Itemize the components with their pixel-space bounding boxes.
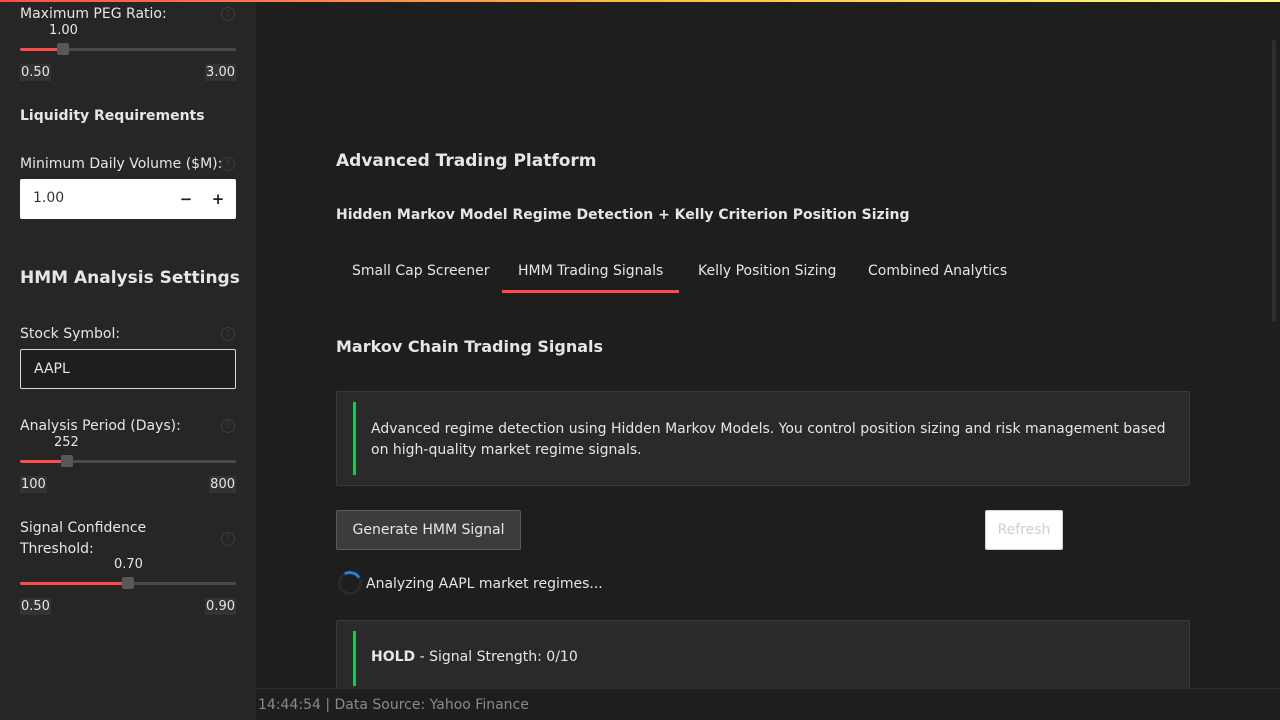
- loading-spinner-icon: [335, 568, 365, 598]
- generate-hmm-signal-button[interactable]: Generate HMM Signal: [336, 510, 521, 550]
- help-icon[interactable]: ?: [221, 7, 235, 21]
- help-icon[interactable]: ?: [221, 157, 235, 171]
- analysis-period-value: 252: [54, 435, 79, 450]
- analysis-period-max: 800: [209, 476, 236, 493]
- min-volume-value[interactable]: 1.00: [33, 190, 64, 206]
- alert-accent-bar: [353, 631, 356, 686]
- tab-small-cap-screener[interactable]: Small Cap Screener: [336, 257, 506, 293]
- liquidity-heading: Liquidity Requirements: [20, 108, 205, 124]
- stock-symbol-input[interactable]: [21, 350, 235, 388]
- confidence-max: 0.90: [205, 598, 236, 615]
- refresh-button[interactable]: Refresh: [985, 510, 1063, 550]
- confidence-slider[interactable]: [20, 577, 236, 589]
- help-icon[interactable]: ?: [221, 532, 235, 546]
- slider-fill: [20, 582, 128, 585]
- slider-fill: [20, 460, 67, 463]
- peg-ratio-max: 3.00: [205, 64, 236, 81]
- confidence-min: 0.50: [20, 598, 51, 615]
- tab-hmm-trading-signals[interactable]: HMM Trading Signals: [502, 257, 680, 293]
- signal-action: HOLD: [371, 649, 416, 665]
- signal-text: HOLD - Signal Strength: 0/10: [371, 649, 578, 665]
- slider-thumb[interactable]: [122, 577, 134, 589]
- page-subtitle: Hidden Markov Model Regime Detection + K…: [336, 207, 910, 223]
- section-title: Markov Chain Trading Signals: [336, 337, 604, 356]
- tab-bar: Small Cap Screener HMM Trading Signals K…: [336, 257, 1190, 293]
- alert-accent-bar: [353, 402, 356, 475]
- analysis-period-label: Analysis Period (Days):: [20, 418, 181, 434]
- confidence-label-line1: Signal Confidence: [20, 520, 147, 536]
- confidence-value: 0.70: [114, 557, 143, 572]
- peg-ratio-value: 1.00: [49, 23, 78, 38]
- decrement-button[interactable]: −: [174, 187, 198, 211]
- stock-symbol-label: Stock Symbol:: [20, 326, 121, 342]
- slider-thumb[interactable]: [57, 43, 70, 55]
- info-alert: Advanced regime detection using Hidden M…: [336, 391, 1190, 486]
- slider-thumb[interactable]: [60, 455, 73, 467]
- footer-text: 14:44:54 | Data Source: Yahoo Finance: [258, 697, 529, 713]
- page-title: Advanced Trading Platform: [336, 151, 597, 171]
- hmm-settings-heading: HMM Analysis Settings: [20, 268, 240, 288]
- analysis-period-min: 100: [20, 476, 47, 493]
- info-text: Advanced regime detection using Hidden M…: [371, 421, 1166, 458]
- signal-result-box: HOLD - Signal Strength: 0/10: [336, 620, 1190, 695]
- signal-strength: - Signal Strength: 0/10: [415, 649, 578, 665]
- tab-kelly-position-sizing[interactable]: Kelly Position Sizing: [682, 257, 852, 293]
- top-decoration-bar: [0, 0, 1280, 2]
- min-volume-label: Minimum Daily Volume ($M):: [20, 156, 223, 172]
- stock-symbol-field[interactable]: [20, 349, 236, 389]
- min-volume-input[interactable]: 1.00 − +: [20, 179, 236, 219]
- peg-ratio-label: Maximum PEG Ratio:: [20, 6, 167, 22]
- spinner-text: Analyzing AAPL market regimes...: [366, 576, 603, 592]
- scrollbar[interactable]: [1272, 40, 1276, 322]
- peg-ratio-min: 0.50: [20, 64, 51, 81]
- footer-bar: 14:44:54 | Data Source: Yahoo Finance: [256, 688, 1280, 720]
- help-icon[interactable]: ?: [221, 419, 235, 433]
- confidence-label-line2: Threshold:: [20, 541, 94, 557]
- sidebar: Maximum PEG Ratio: ? 1.00 0.50 3.00 Liqu…: [0, 0, 256, 720]
- help-icon[interactable]: ?: [221, 327, 235, 341]
- increment-button[interactable]: +: [206, 187, 230, 211]
- analysis-period-slider[interactable]: [20, 455, 236, 467]
- peg-ratio-slider[interactable]: [20, 43, 236, 55]
- main-content: Advanced Trading Platform Hidden Markov …: [256, 0, 1280, 720]
- tab-combined-analytics[interactable]: Combined Analytics: [852, 257, 1023, 293]
